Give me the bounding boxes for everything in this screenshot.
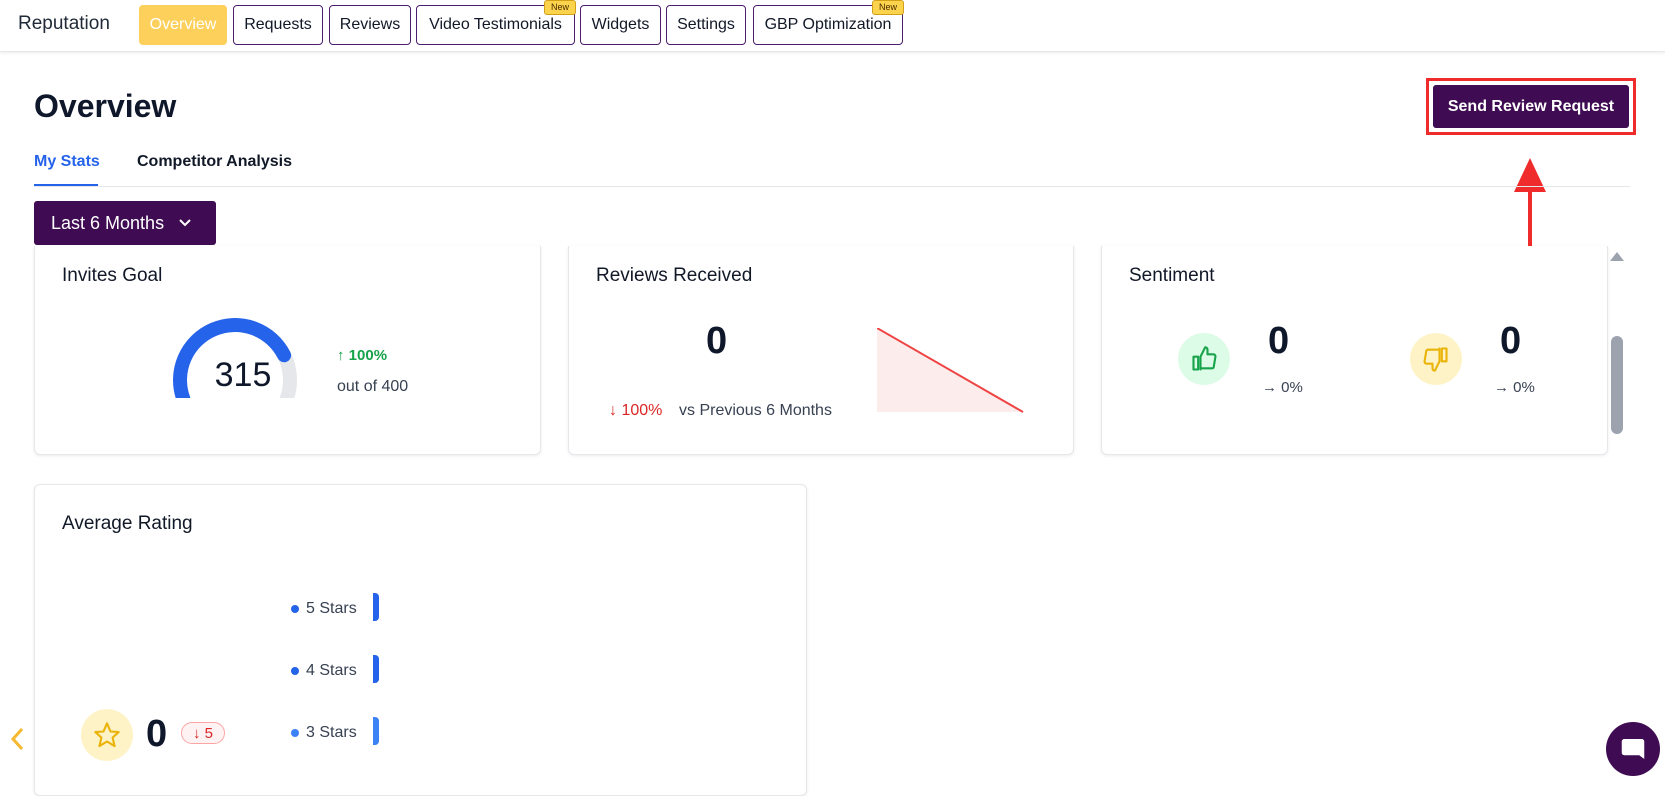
reviews-change: ↓ 100% [609,402,662,420]
card-title: Reviews Received [596,265,753,286]
tab-overview[interactable]: Overview [139,5,227,45]
subtab-my-stats[interactable]: My Stats [34,153,100,171]
reviews-compare: vs Previous 6 Months [679,402,832,419]
positive-sentiment-badge [1178,333,1230,385]
new-badge: New [871,0,904,15]
chevron-left-icon[interactable] [8,726,28,752]
rating-row-4: 4 Stars [291,662,357,680]
date-range-dropdown[interactable]: Last 6 Months [34,201,216,245]
tab-video-testimonials[interactable]: Video Testimonials New [416,0,576,45]
subtab-divider [34,186,1630,187]
card-title: Sentiment [1129,265,1215,286]
arrow-right-icon: → [1262,379,1282,396]
negative-sentiment-badge [1410,333,1462,385]
date-range-label: Last 6 Months [51,212,165,233]
tab-label: Reviews [339,16,401,33]
page-title: Overview [34,88,177,124]
new-badge: New [543,0,576,15]
chat-button[interactable] [1606,722,1660,776]
invites-value: 315 [214,356,272,394]
invites-goal-card: Invites Goal 315 ↑ 100% out of 400 [34,246,541,455]
legend-dot [291,729,299,737]
tab-label: Widgets [591,16,650,33]
negative-pct: → 0% [1494,379,1535,396]
rating-label: 5 Stars [306,600,357,617]
average-rating-card: Average Rating 5 Stars 4 Stars 3 Stars 0 [34,484,807,796]
top-nav: Reputation Overview Requests Reviews Vid… [0,0,1665,52]
tab-gbp-optimization[interactable]: GBP Optimization New [753,0,904,45]
negative-value: 0 [1500,320,1522,362]
rating-row-5: 5 Stars [291,600,357,618]
scrollbar-thumb[interactable] [1611,336,1623,434]
invites-change: ↑ 100% [337,347,387,364]
rating-star-badge [81,709,133,761]
average-rating-value: 0 [146,713,168,755]
invites-change-value: 100% [348,347,388,364]
app-title: Reputation [18,13,110,34]
invites-out-of: out of 400 [337,378,409,395]
arrow-up-icon: ↑ [337,347,349,364]
card-title: Average Rating [62,513,193,534]
chat-icon [1621,739,1645,759]
negative-pct-value: 0% [1513,379,1535,396]
rating-row-3: 3 Stars [291,724,357,742]
arrow-right-icon: → [1494,379,1514,396]
card-title: Invites Goal [62,265,163,286]
rating-bar-4 [373,655,379,683]
tab-label: GBP Optimization [764,16,892,33]
tab-label: Requests [244,16,312,33]
positive-pct: → 0% [1262,379,1303,396]
arrow-down-icon: ↓ [609,402,622,419]
tab-widgets[interactable]: Widgets [580,5,661,45]
rating-bar-5 [373,593,379,621]
subtab-competitor-analysis[interactable]: Competitor Analysis [137,153,292,171]
scrollbar[interactable] [1608,246,1622,783]
thumbs-down-icon [1423,347,1448,372]
star-icon [94,722,120,748]
positive-value: 0 [1268,320,1290,362]
thumbs-up-icon [1192,346,1217,371]
reviews-received-card: Reviews Received 0 ↓ 100% vs Previous 6 … [568,246,1074,455]
tab-label: Video Testimonials [429,16,562,33]
legend-dot [291,605,299,613]
rating-label: 4 Stars [306,662,357,679]
sentiment-card: Sentiment 0 → 0% 0 → 0% [1101,246,1608,455]
positive-pct-value: 0% [1281,379,1303,396]
legend-dot [291,667,299,675]
tab-label: Settings [677,16,735,33]
tab-label: Overview [149,16,217,33]
reviews-trend-sparkline [877,328,1024,413]
tab-settings[interactable]: Settings [666,5,746,45]
tab-requests[interactable]: Requests [233,5,323,45]
send-review-request-button[interactable]: Send Review Request [1433,85,1629,128]
rating-bar-3 [373,717,379,745]
arrow-down-icon: ↓ [192,724,205,742]
chevron-down-icon [179,219,191,227]
scroll-up-arrow-icon[interactable] [1610,252,1624,261]
reviews-change-value: 100% [621,402,663,419]
reviews-value: 0 [706,320,728,362]
tab-reviews[interactable]: Reviews [329,5,411,45]
rating-change-badge: ↓ 5 [181,722,225,744]
rating-label: 3 Stars [306,724,357,741]
rating-change-value: 5 [204,724,213,742]
highlight-box: Send Review Request [1426,78,1636,135]
